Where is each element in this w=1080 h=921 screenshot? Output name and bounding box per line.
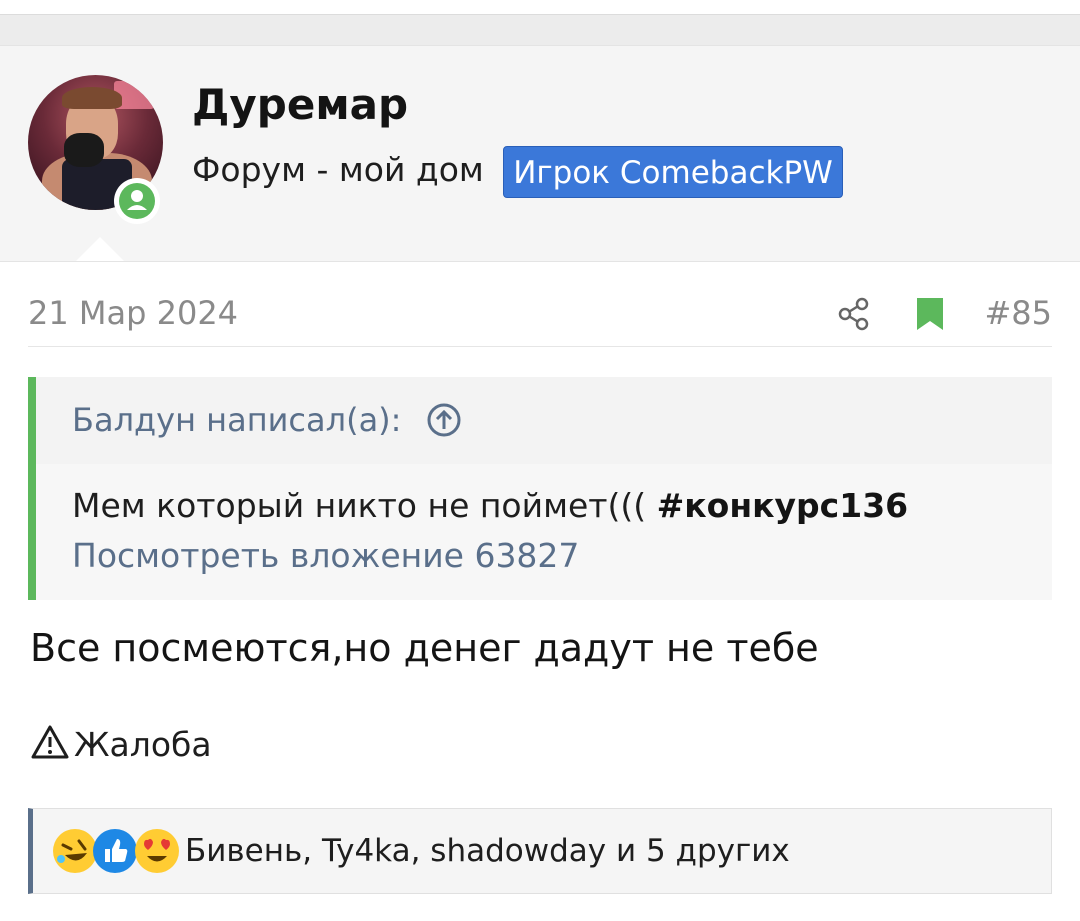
warning-icon [30, 724, 70, 764]
avatar-hair [62, 87, 122, 109]
quote-block: Балдун написал(а): Мем который никто не … [28, 377, 1052, 600]
share-icon[interactable] [836, 296, 872, 336]
user-banner: Игрок ComebackPW [503, 146, 843, 198]
post-body: Все посмеются,но денег дадут не тебе [30, 626, 819, 670]
header-notch [76, 237, 124, 261]
rofl-emoji-icon [53, 829, 97, 873]
quote-author[interactable]: Балдун написал(а): [72, 401, 401, 439]
post-number[interactable]: #85 [984, 294, 1052, 332]
user-title: Форум - мой дом [192, 150, 484, 189]
bookmark-icon[interactable] [916, 297, 944, 335]
avatar-glove [64, 133, 104, 167]
quote-text-content: Мем который никто не поймет((( [72, 486, 647, 525]
heart-eyes-emoji-icon [135, 829, 179, 873]
arrow-up-circle-icon[interactable] [426, 402, 462, 442]
post-date[interactable]: 21 Мар 2024 [28, 294, 238, 332]
top-strip [0, 14, 1080, 45]
reaction-users[interactable]: Бивень, Ty4ka, shadowday и 5 других [185, 833, 790, 869]
view-attachment-link[interactable]: Посмотреть вложение 63827 [72, 536, 579, 575]
quote-text: Мем который никто не поймет((( #конкурс1… [72, 486, 908, 525]
quote-body: Мем который никто не поймет((( #конкурс1… [36, 464, 1052, 600]
reaction-emojis[interactable] [53, 829, 183, 873]
reactions-bar: Бивень, Ty4ka, shadowday и 5 других [28, 808, 1052, 894]
report-link[interactable]: Жалоба [30, 722, 212, 766]
meta-divider [28, 346, 1052, 347]
username[interactable]: Дуремар [192, 80, 408, 129]
report-label: Жалоба [74, 724, 212, 764]
like-emoji-icon [93, 829, 137, 873]
quote-header: Балдун написал(а): [36, 377, 1052, 464]
quote-hashtag[interactable]: #конкурс136 [657, 486, 909, 525]
online-status-icon [114, 178, 160, 224]
